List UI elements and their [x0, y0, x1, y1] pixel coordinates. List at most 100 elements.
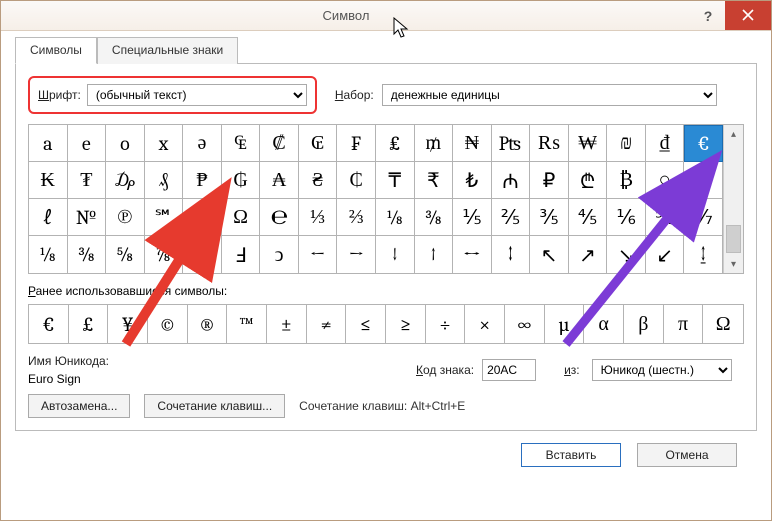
grid-scrollbar[interactable]: ▴ ▾ [723, 125, 743, 273]
symbol-cell[interactable]: ↙ [646, 236, 685, 273]
symbol-cell[interactable]: ₤ [376, 125, 415, 162]
symbol-cell[interactable]: ₱ [183, 162, 222, 199]
symbol-cell[interactable]: ₦ [453, 125, 492, 162]
symbol-cell[interactable]: ℮ [260, 199, 299, 236]
symbol-cell[interactable]: ₧ [492, 125, 531, 162]
symbol-cell[interactable]: ↓ [376, 236, 415, 273]
symbol-cell[interactable]: € [684, 125, 723, 162]
symbol-cell[interactable]: ℗ [106, 199, 145, 236]
cancel-button[interactable]: Отмена [637, 443, 737, 467]
symbol-cell[interactable]: ⅐ [684, 199, 723, 236]
symbol-cell[interactable]: ⅕ [453, 199, 492, 236]
recent-symbol-cell[interactable]: ® [188, 305, 228, 343]
symbol-cell[interactable]: ↗ [569, 236, 608, 273]
symbol-cell[interactable]: ə [183, 125, 222, 162]
insert-button[interactable]: Вставить [521, 443, 621, 467]
symbol-cell[interactable]: ⅜ [415, 199, 454, 236]
symbol-cell[interactable]: ⅗ [530, 199, 569, 236]
symbol-cell[interactable]: ⅞ [145, 236, 184, 273]
symbol-cell[interactable]: ℠ [145, 199, 184, 236]
symbol-cell[interactable]: ₹ [415, 162, 454, 199]
symbol-cell[interactable]: ₫ [646, 125, 685, 162]
font-select[interactable]: (обычный текст) [87, 84, 307, 106]
symbol-cell[interactable]: № [68, 199, 107, 236]
symbol-cell[interactable]: ↄ [260, 236, 299, 273]
symbol-cell[interactable]: ₢ [299, 125, 338, 162]
code-input[interactable] [482, 359, 536, 381]
autocorrect-button[interactable]: Автозамена... [28, 394, 130, 418]
symbol-cell[interactable]: ₪ [607, 125, 646, 162]
recent-symbol-cell[interactable]: © [148, 305, 188, 343]
symbol-cell[interactable]: ⅚ [646, 199, 685, 236]
symbol-cell[interactable]: ₲ [222, 162, 261, 199]
recent-symbol-cell[interactable]: ∞ [505, 305, 545, 343]
symbol-cell[interactable]: Ⅎ [222, 236, 261, 273]
symbol-cell[interactable]: x [145, 125, 184, 162]
symbol-cell[interactable]: ↖ [530, 236, 569, 273]
symbol-cell[interactable]: ⅓ [299, 199, 338, 236]
tab-symbols[interactable]: Символы [15, 37, 97, 64]
help-button[interactable]: ? [691, 5, 725, 27]
symbol-cell[interactable]: ○ [646, 162, 685, 199]
recent-symbol-cell[interactable]: α [584, 305, 624, 343]
symbol-cell[interactable]: o [106, 125, 145, 162]
recent-symbol-cell[interactable]: π [664, 305, 704, 343]
recent-symbol-cell[interactable]: £ [69, 305, 109, 343]
symbol-cell[interactable]: ₿ [607, 162, 646, 199]
symbol-cell[interactable]: ™ [183, 199, 222, 236]
symbol-cell[interactable]: ₩ [569, 125, 608, 162]
symbol-cell[interactable]: ↑ [415, 236, 454, 273]
symbol-cell[interactable]: ↔ [453, 236, 492, 273]
symbol-cell[interactable]: ₼ [492, 162, 531, 199]
symbol-cell[interactable]: ₠ [222, 125, 261, 162]
symbol-cell[interactable]: ⅔ [337, 199, 376, 236]
symbol-cell[interactable]: ⅛ [376, 199, 415, 236]
recent-symbol-cell[interactable]: ≤ [346, 305, 386, 343]
recent-symbol-cell[interactable]: ÷ [426, 305, 466, 343]
shortcut-key-button[interactable]: Сочетание клавиш... [144, 394, 285, 418]
symbol-cell[interactable]: ⅘ [569, 199, 608, 236]
recent-symbol-cell[interactable]: ¥ [108, 305, 148, 343]
symbol-cell[interactable]: ↨ [684, 236, 723, 273]
symbol-cell[interactable]: ₰ [145, 162, 184, 199]
recent-symbol-cell[interactable]: Ω [703, 305, 743, 343]
symbol-cell[interactable]: ⅖ [492, 199, 531, 236]
symbol-cell[interactable]: ℓ [29, 199, 68, 236]
symbol-cell[interactable]: ₸ [376, 162, 415, 199]
symbol-cell[interactable]: ₵ [337, 162, 376, 199]
symbol-cell[interactable]: ₣ [337, 125, 376, 162]
symbol-cell[interactable]: ₡ [260, 125, 299, 162]
symbol-cell[interactable]: % [684, 162, 723, 199]
symbol-cell[interactable]: ⅙ [607, 199, 646, 236]
symbol-cell[interactable]: → [337, 236, 376, 273]
recent-symbol-cell[interactable]: € [29, 305, 69, 343]
close-button[interactable] [725, 1, 771, 30]
recent-symbol-cell[interactable]: ≠ [307, 305, 347, 343]
symbol-cell[interactable]: ⅝ [106, 236, 145, 273]
symbol-cell[interactable]: ₥ [415, 125, 454, 162]
symbol-cell[interactable]: ⅟ [183, 236, 222, 273]
symbol-cell[interactable]: ₽ [530, 162, 569, 199]
recent-symbol-cell[interactable]: × [465, 305, 505, 343]
recent-symbol-cell[interactable]: β [624, 305, 664, 343]
symbol-cell[interactable]: ₺ [453, 162, 492, 199]
recent-symbol-cell[interactable]: ± [267, 305, 307, 343]
scroll-down-button[interactable]: ▾ [725, 255, 743, 273]
tab-special-chars[interactable]: Специальные знаки [97, 37, 238, 64]
symbol-cell[interactable]: e [68, 125, 107, 162]
symbol-cell[interactable]: ₯ [106, 162, 145, 199]
symbol-cell[interactable]: ⅜ [68, 236, 107, 273]
symbol-cell[interactable]: a [29, 125, 68, 162]
symbol-cell[interactable]: ₭ [29, 162, 68, 199]
symbol-cell[interactable]: ₳ [260, 162, 299, 199]
symbol-cell[interactable]: ₴ [299, 162, 338, 199]
symbol-cell[interactable]: ₾ [569, 162, 608, 199]
scroll-thumb[interactable] [726, 225, 741, 253]
symbol-cell[interactable]: ↘ [607, 236, 646, 273]
subset-select[interactable]: денежные единицы [382, 84, 717, 106]
from-select[interactable]: Юникод (шестн.) [592, 359, 732, 381]
recent-symbol-cell[interactable]: ≥ [386, 305, 426, 343]
recent-symbol-cell[interactable]: ™ [227, 305, 267, 343]
symbol-cell[interactable]: ↕ [492, 236, 531, 273]
scroll-up-button[interactable]: ▴ [725, 125, 743, 143]
